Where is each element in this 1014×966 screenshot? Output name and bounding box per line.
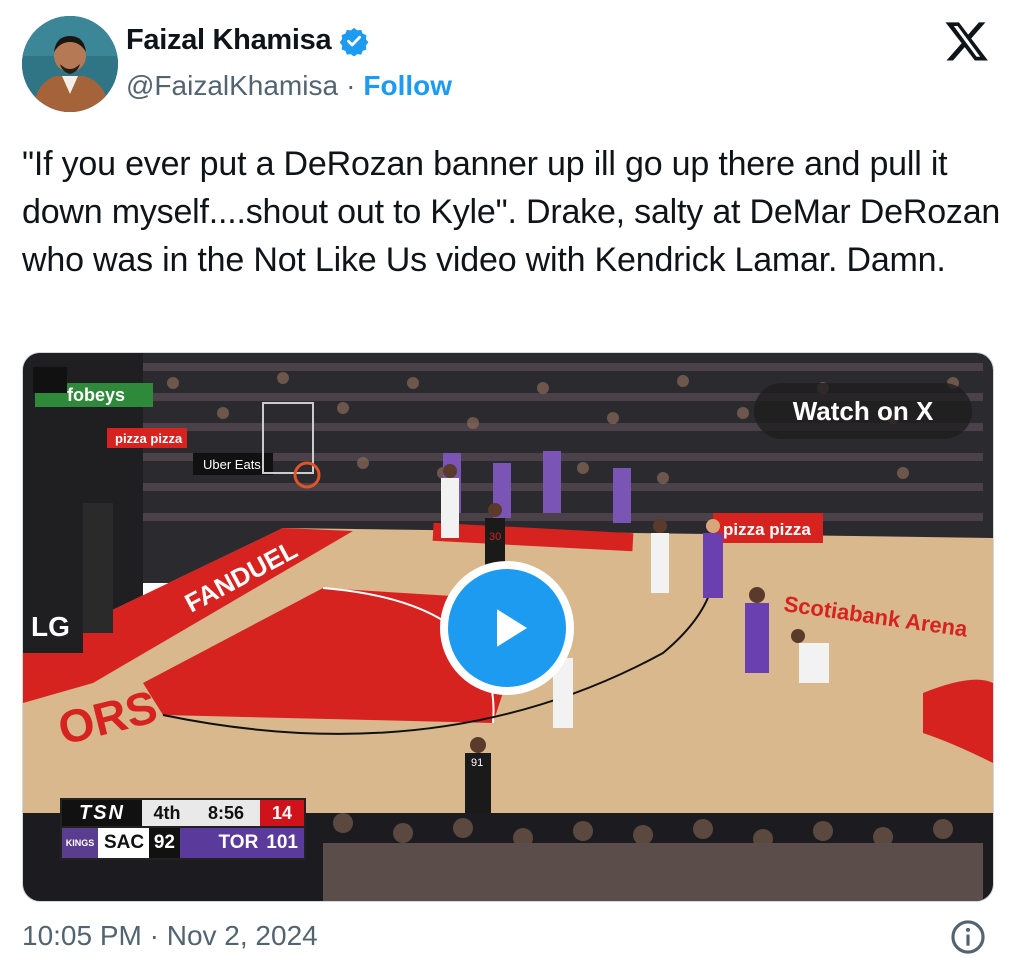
tweet-timestamp[interactable]: 10:05 PM · Nov 2, 2024	[22, 920, 318, 952]
court-sponsor-ubereats: Uber Eats	[203, 457, 261, 472]
scorebug-top-row: TSN 4th 8:56 14	[60, 798, 306, 826]
scorebug-away-team: KINGS SAC 92	[62, 828, 180, 858]
author-name[interactable]: Faizal Khamisa	[126, 24, 332, 57]
referee-number: 91	[471, 757, 483, 769]
watch-on-x-button[interactable]: Watch on X	[754, 383, 972, 439]
verified-badge-icon	[339, 27, 369, 56]
scorebug-network: TSN	[62, 800, 142, 826]
tweet-text: "If you ever put a DeRozan banner up ill…	[22, 145, 1001, 279]
play-icon	[497, 609, 527, 647]
scorebug-bottom-row: KINGS SAC 92 TOR 101	[60, 826, 306, 860]
home-team-score: 101	[266, 832, 298, 853]
play-button[interactable]	[440, 561, 574, 695]
scorebug-shot-clock: 14	[260, 800, 304, 826]
author-name-row: Faizal Khamisa	[126, 24, 369, 57]
player-number: 30	[489, 531, 501, 543]
court-sponsor-pizza-left: pizza pizza	[115, 431, 183, 446]
away-team-score: 92	[148, 828, 180, 858]
follow-button[interactable]: Follow	[363, 70, 452, 102]
x-logo-icon[interactable]	[944, 18, 990, 64]
home-team-abbr: TOR	[218, 832, 259, 853]
court-sponsor-fobeys: fobeys	[67, 385, 125, 405]
scorebug: TSN 4th 8:56 14 KINGS SAC 92 TOR 101	[60, 798, 306, 860]
scorebug-clock: 8:56	[207, 802, 245, 823]
scorebug-period: 4th	[153, 802, 181, 823]
avatar[interactable]	[22, 16, 118, 112]
author-handle[interactable]: @FaizalKhamisa	[126, 70, 338, 102]
court-sponsor-lg: LG	[31, 611, 70, 642]
play-button-circle	[448, 569, 566, 687]
court-sponsor-pizza-right: pizza pizza	[723, 520, 811, 539]
handle-separator: ·	[346, 70, 356, 101]
author-handle-row: @FaizalKhamisa · Follow	[126, 70, 452, 102]
info-icon[interactable]	[949, 918, 987, 956]
scorebug-home-team: TOR 101	[180, 828, 304, 858]
kings-logo-icon: KINGS	[62, 828, 98, 858]
avatar-image	[22, 16, 118, 112]
away-team-abbr: SAC	[104, 832, 145, 853]
